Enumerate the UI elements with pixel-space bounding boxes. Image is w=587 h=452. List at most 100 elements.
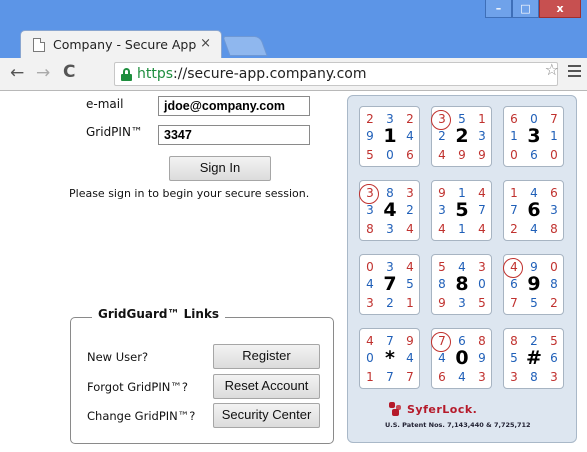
browser-tab[interactable]: Company - Secure App × bbox=[20, 30, 222, 58]
grid-key-label: 0 bbox=[455, 347, 469, 369]
maximize-button[interactable]: □ bbox=[512, 0, 539, 18]
grid-digit: 1 bbox=[550, 129, 558, 143]
syferlock-wordmark: SyferLock. bbox=[407, 402, 478, 416]
back-arrow-icon[interactable]: ← bbox=[10, 63, 24, 83]
email-field[interactable]: jdoe@company.com bbox=[158, 96, 310, 116]
bookmark-star-icon[interactable]: ☆ bbox=[545, 60, 559, 79]
grid-cell: 768496430 bbox=[431, 328, 492, 389]
grid-digit: 3 bbox=[478, 260, 486, 274]
grid-digit: 8 bbox=[366, 222, 374, 236]
grid-cell: 490687529 bbox=[503, 254, 564, 315]
grid-digit: 6 bbox=[550, 351, 558, 365]
grid-digit: 4 bbox=[438, 351, 446, 365]
grid-digit: 7 bbox=[510, 203, 518, 217]
grid-digit: 9 bbox=[478, 148, 486, 162]
grid-digit: 5 bbox=[366, 148, 374, 162]
grid-digit: 2 bbox=[510, 222, 518, 236]
grid-digit: 5 bbox=[510, 351, 518, 365]
grid-digit: 6 bbox=[510, 277, 518, 291]
grid-digit: 4 bbox=[530, 222, 538, 236]
tab-close-icon[interactable]: × bbox=[200, 36, 211, 51]
grid-digit: 3 bbox=[386, 222, 394, 236]
grid-digit: 0 bbox=[510, 148, 518, 162]
grid-digit: 4 bbox=[406, 222, 414, 236]
grid-digit: 4 bbox=[438, 148, 446, 162]
sign-in-button[interactable]: Sign In bbox=[169, 156, 271, 181]
grid-digit: 4 bbox=[366, 334, 374, 348]
page-icon bbox=[33, 37, 45, 52]
grid-digit: 8 bbox=[510, 334, 518, 348]
grid-digit: 8 bbox=[478, 334, 486, 348]
grid-digit: 6 bbox=[458, 334, 466, 348]
gridguard-links-title: GridGuard™ Links bbox=[92, 307, 226, 321]
grid-digit: 2 bbox=[366, 112, 374, 126]
grid-digit: 6 bbox=[530, 148, 538, 162]
grid-digit: 5 bbox=[438, 260, 446, 274]
lock-icon bbox=[121, 67, 132, 81]
grid-digit: 4 bbox=[366, 277, 374, 291]
grid-digit: 3 bbox=[438, 203, 446, 217]
grid-digit: 3 bbox=[510, 370, 518, 384]
grid-digit: 6 bbox=[406, 148, 414, 162]
register-button[interactable]: Register bbox=[213, 344, 320, 369]
grid-digit: 7 bbox=[406, 370, 414, 384]
grid-key-label: 4 bbox=[383, 199, 397, 221]
grid-digit: 2 bbox=[530, 334, 538, 348]
syferlock-logo: SyferLock. bbox=[389, 402, 477, 416]
new-tab-button[interactable] bbox=[222, 36, 268, 56]
grid-digit: 7 bbox=[478, 203, 486, 217]
grid-digit: 9 bbox=[530, 260, 538, 274]
reset-account-button[interactable]: Reset Account bbox=[213, 374, 320, 399]
gridpin-label: GridPIN™ bbox=[86, 125, 143, 139]
security-center-button[interactable]: Security Center bbox=[213, 403, 320, 428]
grid-digit: 4 bbox=[478, 186, 486, 200]
close-window-button[interactable]: x bbox=[539, 0, 581, 18]
forward-arrow-icon[interactable]: → bbox=[36, 63, 50, 83]
grid-digit: 0 bbox=[366, 260, 374, 274]
grid-digit: 2 bbox=[550, 296, 558, 310]
gridpin-field[interactable]: 3347 bbox=[158, 125, 310, 145]
grid-digit: 1 bbox=[458, 186, 466, 200]
grid-digit: 5 bbox=[530, 296, 538, 310]
grid-digit: 1 bbox=[458, 222, 466, 236]
grid-digit: 5 bbox=[406, 277, 414, 291]
grid-digit: 3 bbox=[478, 129, 486, 143]
grid-cell: 8 2 5 5 6 3 8 3 # bbox=[503, 328, 564, 389]
grid-key-label: 1 bbox=[383, 125, 397, 147]
grid-digit: 4 bbox=[406, 351, 414, 365]
grid-key-label: 2 bbox=[455, 125, 469, 147]
grid-digit: 2 bbox=[406, 203, 414, 217]
address-bar[interactable]: https ://secure-app.company.com bbox=[114, 62, 558, 86]
grid-cell: 4 7 9 0 4 1 7 7 * bbox=[359, 328, 420, 389]
grid-digit: 1 bbox=[510, 186, 518, 200]
grid-digit: 2 bbox=[406, 112, 414, 126]
grid-digit: 1 bbox=[406, 296, 414, 310]
grid-digit: 9 bbox=[366, 129, 374, 143]
grid-digit: 9 bbox=[438, 186, 446, 200]
grid-digit: 7 bbox=[386, 334, 394, 348]
grid-digit: 4 bbox=[478, 222, 486, 236]
grid-key-label: 7 bbox=[383, 273, 397, 295]
grid-digit: 1 bbox=[478, 112, 486, 126]
reload-icon[interactable]: C bbox=[63, 62, 75, 82]
grid-digit: 4 bbox=[406, 129, 414, 143]
pin-highlight-circle bbox=[431, 110, 451, 130]
grid-digit: 8 bbox=[550, 277, 558, 291]
grid-key-label: # bbox=[526, 347, 542, 369]
grid-digit: 6 bbox=[550, 186, 558, 200]
grid-cell: 543809358 bbox=[431, 254, 492, 315]
window-controls: – □ x bbox=[485, 0, 581, 18]
menu-icon[interactable] bbox=[568, 65, 581, 80]
minimize-button[interactable]: – bbox=[485, 0, 512, 18]
grid-digit: 3 bbox=[386, 112, 394, 126]
grid-digit: 6 bbox=[438, 370, 446, 384]
grid-digit: 3 bbox=[366, 203, 374, 217]
grid-digit: 0 bbox=[550, 260, 558, 274]
grid-key-label: 8 bbox=[455, 273, 469, 295]
grid-digit: 0 bbox=[530, 112, 538, 126]
grid-digit: 8 bbox=[438, 277, 446, 291]
grid-digit: 3 bbox=[550, 203, 558, 217]
url-scheme: https bbox=[137, 66, 174, 82]
grid-cell: 351234992 bbox=[431, 106, 492, 167]
grid-digit: 3 bbox=[366, 296, 374, 310]
